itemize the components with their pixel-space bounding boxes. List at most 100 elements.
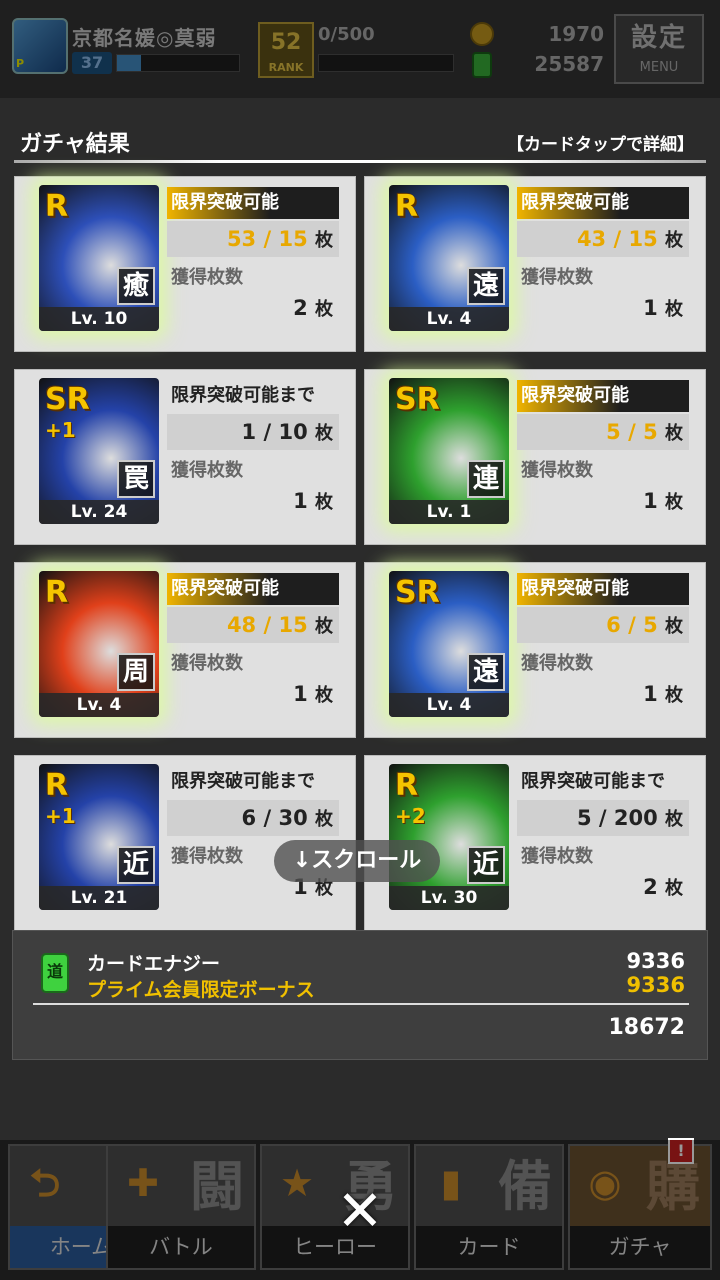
card-thumbnail[interactable]: R 癒 Lv. 10: [39, 185, 159, 331]
gacha-card[interactable]: SR 連 Lv. 1 限界突破可能 5 / 5 枚獲得枚数 1 枚: [364, 369, 706, 545]
count-unit: 枚: [315, 230, 333, 251]
card-type-badge: 罠: [117, 460, 155, 498]
limit-break-count: 48 / 15 枚: [167, 607, 339, 643]
count-unit: 枚: [665, 616, 683, 637]
limit-break-status: 限界突破可能まで: [521, 771, 665, 792]
card-level: Lv. 24: [39, 500, 159, 524]
limit-break-value: 5 / 5: [606, 420, 658, 444]
gacha-card[interactable]: R 癒 Lv. 10 限界突破可能 53 / 15 枚獲得枚数 2 枚: [14, 176, 356, 352]
owned-unit: 枚: [315, 492, 333, 513]
scroll-hint: ↓スクロール: [274, 840, 440, 882]
owned-value: 1: [643, 682, 658, 706]
close-button[interactable]: ✕: [332, 1184, 388, 1240]
owned-label: 獲得枚数: [521, 653, 593, 674]
card-type-badge: 連: [467, 460, 505, 498]
card-thumbnail[interactable]: R +1 近 Lv. 21: [39, 764, 159, 910]
card-level: Lv. 30: [389, 886, 509, 910]
rarity-badge: SR: [45, 382, 90, 417]
owned-unit: 枚: [665, 685, 683, 706]
limit-break-count: 5 / 200 枚: [517, 800, 689, 836]
limit-break-count: 43 / 15 枚: [517, 221, 689, 257]
owned-unit: 枚: [315, 685, 333, 706]
energy-divider: [33, 1003, 689, 1005]
bonus-label: プライム会員限定ボーナス: [87, 979, 315, 1001]
card-thumbnail[interactable]: R 周 Lv. 4: [39, 571, 159, 717]
owned-value: 1: [293, 489, 308, 513]
card-type-badge: 近: [117, 846, 155, 884]
plus-badge: +1: [45, 418, 76, 442]
panel-hint: 【カードタップで詳細】: [507, 135, 694, 155]
gacha-card[interactable]: SR 遠 Lv. 4 限界突破可能 6 / 5 枚獲得枚数 1 枚: [364, 562, 706, 738]
count-unit: 枚: [315, 616, 333, 637]
card-thumbnail[interactable]: SR 遠 Lv. 4: [389, 571, 509, 717]
owned-unit: 枚: [665, 878, 683, 899]
plus-badge: +2: [395, 804, 426, 828]
limit-break-value: 1 / 10: [241, 420, 308, 444]
limit-break-value: 6 / 5: [606, 613, 658, 637]
rarity-badge: R: [395, 189, 419, 224]
card-thumbnail[interactable]: SR 連 Lv. 1: [389, 378, 509, 524]
owned-count: 2 枚: [167, 295, 339, 321]
owned-count: 1 枚: [517, 681, 689, 707]
card-thumbnail[interactable]: R 遠 Lv. 4: [389, 185, 509, 331]
owned-value: 1: [293, 682, 308, 706]
owned-count: 1 枚: [167, 488, 339, 514]
panel-title: ガチャ結果: [20, 132, 130, 157]
energy-can-icon: 道: [41, 953, 69, 993]
owned-label: 獲得枚数: [521, 460, 593, 481]
card-type-badge: 癒: [117, 267, 155, 305]
owned-value: 1: [643, 296, 658, 320]
title-divider: [14, 160, 706, 163]
limit-break-value: 48 / 15: [226, 613, 308, 637]
count-unit: 枚: [315, 809, 333, 830]
energy-total: 18672: [608, 1015, 685, 1040]
limit-break-status: 限界突破可能: [517, 573, 689, 605]
gacha-card[interactable]: R 遠 Lv. 4 限界突破可能 43 / 15 枚獲得枚数 1 枚: [364, 176, 706, 352]
card-level: Lv. 4: [39, 693, 159, 717]
limit-break-count: 6 / 30 枚: [167, 800, 339, 836]
card-level: Lv. 4: [389, 693, 509, 717]
card-thumbnail[interactable]: SR +1 罠 Lv. 24: [39, 378, 159, 524]
card-level: Lv. 10: [39, 307, 159, 331]
owned-label: 獲得枚数: [521, 267, 593, 288]
limit-break-status: 限界突破可能まで: [171, 385, 315, 406]
owned-label: 獲得枚数: [171, 460, 243, 481]
count-unit: 枚: [665, 809, 683, 830]
count-unit: 枚: [665, 230, 683, 251]
limit-break-value: 5 / 200: [576, 806, 658, 830]
rarity-badge: R: [395, 768, 419, 803]
rarity-badge: R: [45, 575, 69, 610]
plus-badge: +1: [45, 804, 76, 828]
owned-count: 2 枚: [517, 874, 689, 900]
owned-label: 獲得枚数: [171, 267, 243, 288]
status-bar: P 京都名媛◎莫弱 37 52 RANK 0/500 1970 25587 設定 …: [0, 0, 720, 98]
owned-count: 1 枚: [517, 488, 689, 514]
limit-break-status: 限界突破可能: [167, 187, 339, 219]
limit-break-status: 限界突破可能: [517, 380, 689, 412]
limit-break-count: 5 / 5 枚: [517, 414, 689, 450]
energy-label: カードエナジー: [87, 953, 221, 975]
owned-count: 1 枚: [167, 681, 339, 707]
bonus-amount: 9336: [626, 973, 685, 997]
owned-value: 2: [643, 875, 658, 899]
owned-label: 獲得枚数: [171, 653, 243, 674]
card-type-badge: 周: [117, 653, 155, 691]
owned-label: 獲得枚数: [171, 846, 243, 867]
card-type-badge: 遠: [467, 267, 505, 305]
rarity-badge: R: [45, 189, 69, 224]
rarity-badge: SR: [395, 575, 440, 610]
owned-unit: 枚: [665, 492, 683, 513]
card-level: Lv. 4: [389, 307, 509, 331]
limit-break-count: 53 / 15 枚: [167, 221, 339, 257]
limit-break-count: 1 / 10 枚: [167, 414, 339, 450]
gacha-card[interactable]: R 周 Lv. 4 限界突破可能 48 / 15 枚獲得枚数 1 枚: [14, 562, 356, 738]
gacha-card[interactable]: SR +1 罠 Lv. 24 限界突破可能まで 1 / 10 枚獲得枚数 1 枚: [14, 369, 356, 545]
limit-break-value: 6 / 30: [241, 806, 308, 830]
card-type-badge: 遠: [467, 653, 505, 691]
count-unit: 枚: [665, 423, 683, 444]
gacha-result-panel: ガチャ結果 【カードタップで詳細】 R 癒 Lv. 10 限界突破可能 53 / 15 …: [0, 110, 720, 1070]
card-level: Lv. 21: [39, 886, 159, 910]
limit-break-count: 6 / 5 枚: [517, 607, 689, 643]
rarity-badge: R: [45, 768, 69, 803]
card-thumbnail[interactable]: R +2 近 Lv. 30: [389, 764, 509, 910]
